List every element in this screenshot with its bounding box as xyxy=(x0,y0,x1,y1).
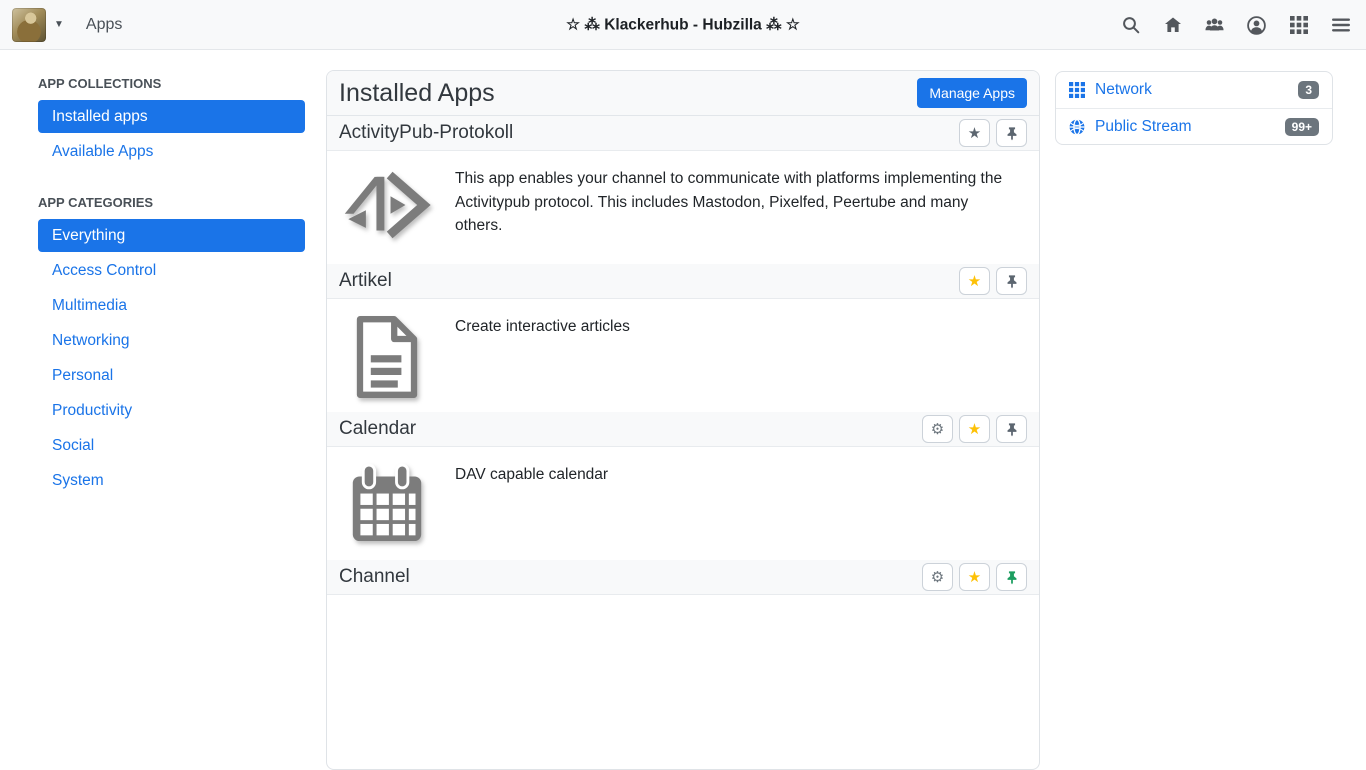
sidebar-item-available-apps[interactable]: Available Apps xyxy=(38,134,305,169)
public-stream-link[interactable]: Public Stream 99+ xyxy=(1056,108,1332,144)
app-categories-heading: APP CATEGORIES xyxy=(38,195,305,210)
sidebar-item-multimedia[interactable]: Multimedia xyxy=(38,288,305,323)
menu-icon[interactable] xyxy=(1331,16,1350,35)
grid-icon xyxy=(1069,82,1085,98)
article-icon xyxy=(343,315,431,412)
sidebar-item-networking[interactable]: Networking xyxy=(38,323,305,358)
top-navbar: ▼ Apps ☆ ⁂ Klackerhub - Hubzilla ⁂ ☆ xyxy=(0,0,1366,50)
gear-icon: ⚙ xyxy=(931,422,944,437)
right-panel: Network 3 Public Stream 99+ xyxy=(1055,71,1333,145)
sidebar-item-access-control[interactable]: Access Control xyxy=(38,253,305,288)
app-section-body: Create interactive articles xyxy=(327,299,1039,412)
page-title: Installed Apps xyxy=(339,79,495,108)
star-icon: ★ xyxy=(968,570,981,585)
app-section-body: This app enables your channel to communi… xyxy=(327,151,1039,264)
app-name: Artikel xyxy=(339,270,392,292)
globe-icon xyxy=(1069,119,1085,135)
sidebar-item-system[interactable]: System xyxy=(38,463,305,498)
public-stream-count-badge: 99+ xyxy=(1285,118,1319,136)
pin-icon xyxy=(1005,422,1019,437)
network-count-badge: 3 xyxy=(1298,81,1319,99)
search-icon[interactable] xyxy=(1121,16,1140,35)
account-icon[interactable] xyxy=(1247,16,1266,35)
settings-button[interactable]: ⚙ xyxy=(922,415,953,443)
network-label: Network xyxy=(1095,81,1152,99)
app-description: This app enables your channel to communi… xyxy=(455,167,1027,264)
calendar-icon xyxy=(343,463,431,560)
app-section-header: Artikel ★ xyxy=(327,264,1039,299)
pin-button[interactable] xyxy=(996,267,1027,295)
pin-button[interactable] xyxy=(996,563,1027,591)
pin-icon xyxy=(1005,570,1019,585)
sidebar-item-social[interactable]: Social xyxy=(38,428,305,463)
app-name: ActivityPub-Protokoll xyxy=(339,122,513,144)
app-name: Calendar xyxy=(339,418,416,440)
star-icon: ★ xyxy=(968,422,981,437)
star-icon: ★ xyxy=(968,274,981,289)
star-button[interactable]: ★ xyxy=(959,563,990,591)
star-button[interactable]: ★ xyxy=(959,119,990,147)
manage-apps-button[interactable]: Manage Apps xyxy=(917,78,1027,108)
star-icon: ★ xyxy=(968,126,981,141)
app-collections-heading: APP COLLECTIONS xyxy=(38,76,305,91)
sidebar-item-productivity[interactable]: Productivity xyxy=(38,393,305,428)
channel-avatar[interactable] xyxy=(12,8,46,42)
sidebar-item-personal[interactable]: Personal xyxy=(38,358,305,393)
page-title-apps: Apps xyxy=(86,16,122,34)
activitypub-icon xyxy=(343,167,431,264)
installed-apps-card: Installed Apps Manage Apps ActivityPub-P… xyxy=(326,70,1040,770)
public-stream-label: Public Stream xyxy=(1095,118,1191,136)
app-name: Channel xyxy=(339,566,410,588)
app-section-body: DAV capable calendar xyxy=(327,447,1039,560)
pin-button[interactable] xyxy=(996,415,1027,443)
app-section-header: Channel ⚙ ★ xyxy=(327,560,1039,595)
pin-icon xyxy=(1005,274,1019,289)
left-sidebar: APP COLLECTIONS Installed apps Available… xyxy=(38,76,305,524)
gear-icon: ⚙ xyxy=(931,570,944,585)
network-link[interactable]: Network 3 xyxy=(1056,72,1332,108)
app-description: DAV capable calendar xyxy=(455,463,616,560)
star-button[interactable]: ★ xyxy=(959,267,990,295)
group-icon[interactable] xyxy=(1205,16,1224,35)
pin-icon xyxy=(1005,126,1019,141)
app-section-body xyxy=(327,595,1039,708)
app-description: Create interactive articles xyxy=(455,315,638,412)
app-section-header: Calendar ⚙ ★ xyxy=(327,412,1039,447)
star-button[interactable]: ★ xyxy=(959,415,990,443)
apps-grid-icon[interactable] xyxy=(1289,16,1308,35)
settings-button[interactable]: ⚙ xyxy=(922,563,953,591)
app-section-header: ActivityPub-Protokoll ★ xyxy=(327,116,1039,151)
sidebar-item-installed-apps[interactable]: Installed apps xyxy=(38,100,305,133)
site-title: ☆ ⁂ Klackerhub - Hubzilla ⁂ ☆ xyxy=(566,15,800,34)
chevron-down-icon[interactable]: ▼ xyxy=(54,19,64,30)
pin-button[interactable] xyxy=(996,119,1027,147)
sidebar-item-everything[interactable]: Everything xyxy=(38,219,305,252)
home-icon[interactable] xyxy=(1163,16,1182,35)
